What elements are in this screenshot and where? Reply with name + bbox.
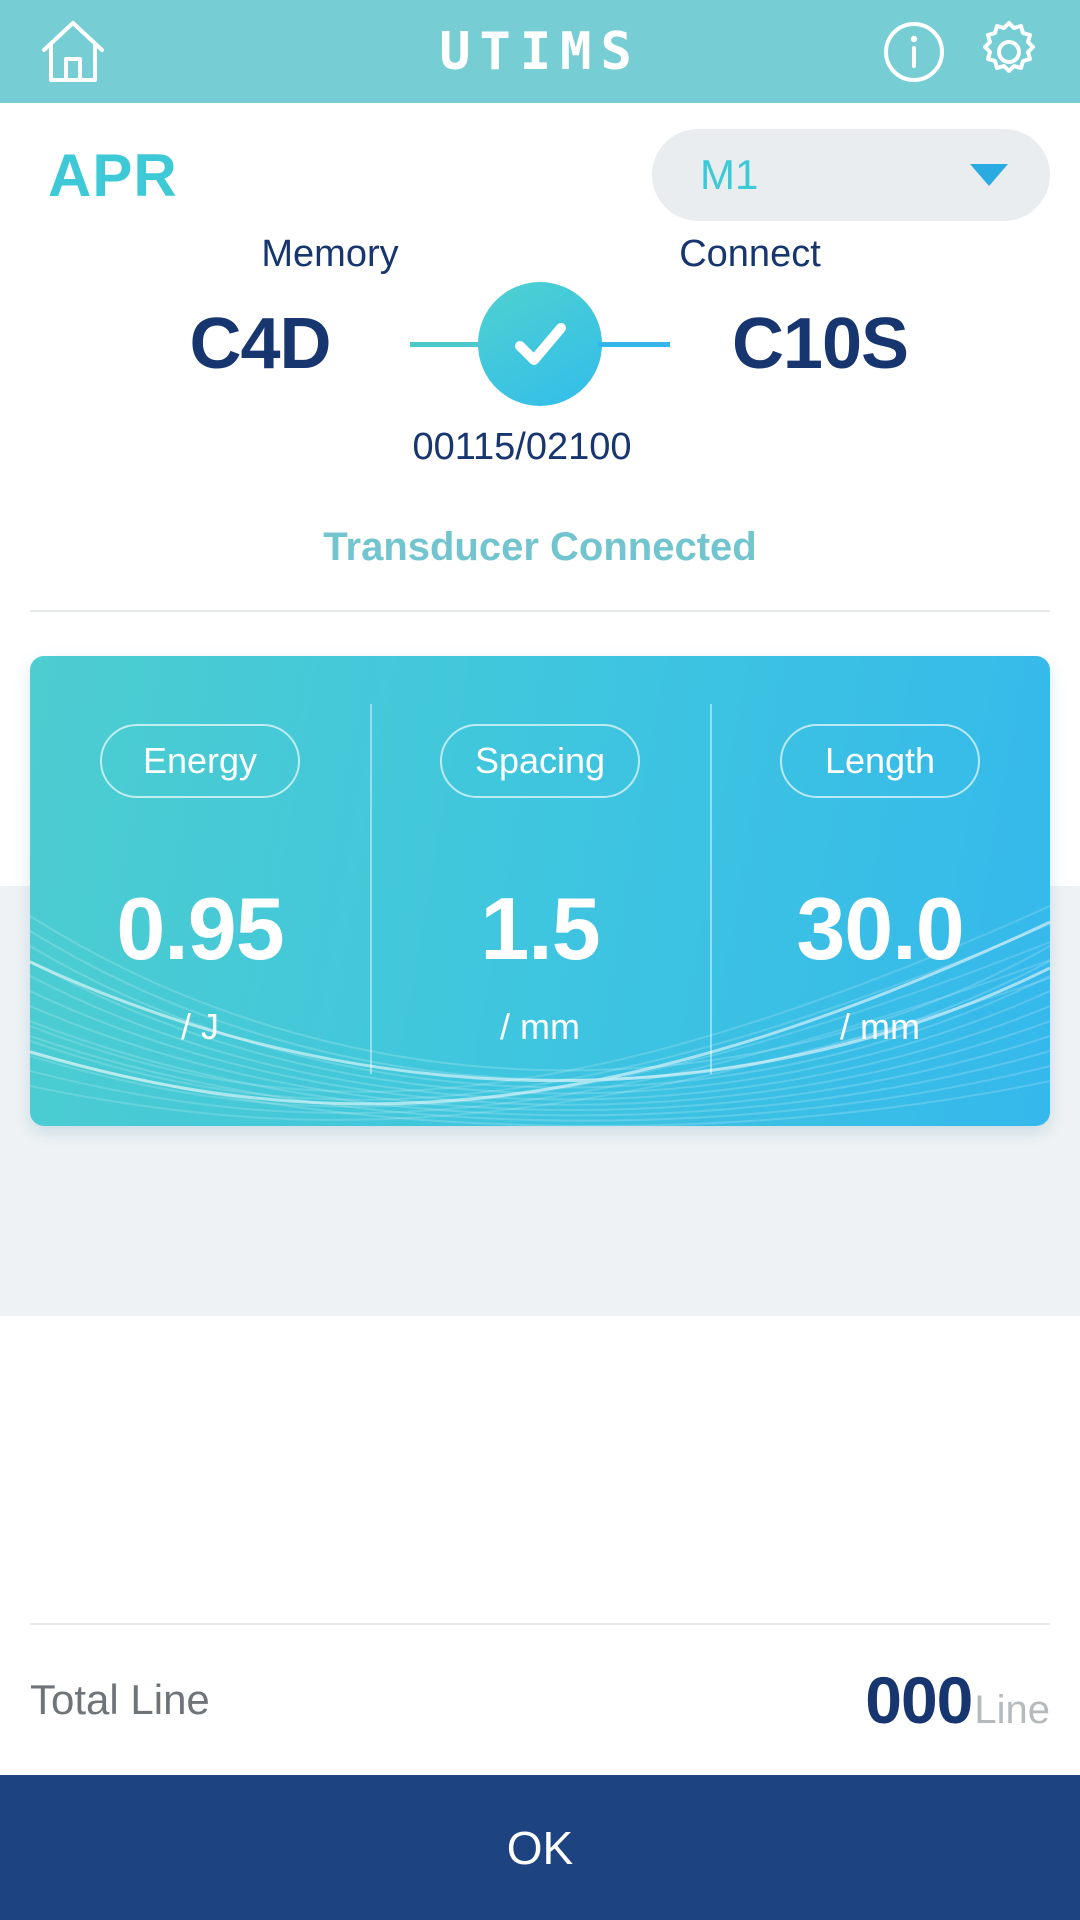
gear-icon[interactable] xyxy=(976,19,1042,85)
parameter-column-energy: Energy 0.95 / J xyxy=(30,656,370,1126)
parameter-unit-length: / mm xyxy=(840,1006,920,1047)
parameter-value-length: 30.0 xyxy=(796,879,964,978)
total-line-value-group: 000 Line xyxy=(865,1662,1050,1738)
header-right-group xyxy=(882,19,1042,85)
app-header: UTIMS xyxy=(0,0,1080,103)
parameter-value-spacing: 1.5 xyxy=(480,879,600,978)
total-line-value: 000 xyxy=(865,1663,973,1737)
ok-button[interactable]: OK xyxy=(0,1775,1080,1920)
connector-line-right xyxy=(598,341,670,347)
parameter-column-spacing: Spacing 1.5 / mm xyxy=(370,656,710,1126)
connection-status-block: Memory Connect C4D C10S 00115/02100 Tran… xyxy=(0,219,1080,612)
connection-labels: Memory Connect xyxy=(0,233,1080,282)
header-left-group xyxy=(38,18,108,86)
parameter-column-length: Length 30.0 / mm xyxy=(710,656,1050,1126)
memory-select[interactable]: M1 xyxy=(652,129,1050,221)
check-icon xyxy=(478,282,602,406)
app-root: UTIMS APR M1 Memory Connect C4D C10S 001… xyxy=(0,0,1080,1920)
parameter-value-energy: 0.95 xyxy=(116,879,284,978)
divider-top xyxy=(30,610,1050,612)
parameter-label-energy[interactable]: Energy xyxy=(100,724,300,798)
memory-label: Memory xyxy=(261,233,399,275)
chevron-down-icon xyxy=(970,164,1008,186)
connect-label: Connect xyxy=(679,233,821,275)
info-icon[interactable] xyxy=(882,20,946,84)
parameter-area: Energy 0.95 / J Spacing 1.5 / mm Length … xyxy=(0,656,1080,1316)
memory-code: C4D xyxy=(189,304,331,384)
total-line-row: Total Line 000 Line xyxy=(0,1625,1080,1775)
total-line-label: Total Line xyxy=(30,1676,210,1723)
home-icon[interactable] xyxy=(38,18,108,86)
connect-code: C10S xyxy=(731,304,909,384)
connector-line-left xyxy=(410,341,482,347)
status-badge: Transducer Connected xyxy=(323,525,757,569)
total-line-unit: Line xyxy=(974,1688,1050,1732)
connection-row: C4D C10S xyxy=(0,282,1080,406)
parameter-unit-spacing: / mm xyxy=(500,1006,580,1047)
parameter-card: Energy 0.95 / J Spacing 1.5 / mm Length … xyxy=(30,656,1050,1126)
parameter-label-length[interactable]: Length xyxy=(780,724,980,798)
parameter-label-spacing[interactable]: Spacing xyxy=(440,724,640,798)
mode-row: APR M1 xyxy=(0,103,1080,221)
shot-counter: 00115/02100 xyxy=(412,426,632,468)
memory-select-value: M1 xyxy=(700,151,759,198)
parameter-unit-energy: / J xyxy=(180,1006,219,1047)
page-title: APR xyxy=(48,141,178,209)
